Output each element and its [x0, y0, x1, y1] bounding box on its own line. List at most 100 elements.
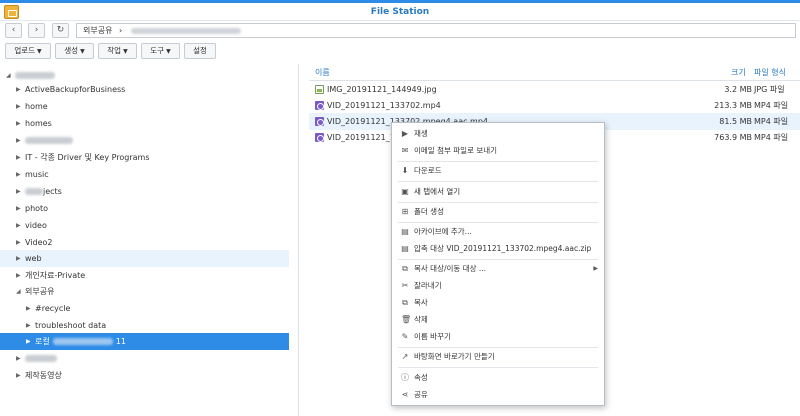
path-redacted-segment — [130, 27, 241, 34]
tree-item-label: homes — [25, 119, 52, 128]
menu-item-label: 복사 대상/이동 대상 ... — [414, 264, 487, 273]
menu-item-label: 압축 대상 VID_20191121_133702.mpeg4.aac.zip — [414, 244, 592, 253]
tree-item-label: #recycle — [35, 304, 71, 313]
menu-separator — [398, 181, 598, 182]
path-root[interactable]: 외부공유 — [83, 26, 112, 35]
file-name: IMG_20191121_144949.jpg — [327, 85, 437, 94]
collapsed-arrow-icon[interactable]: ▶ — [16, 132, 21, 149]
file-list-header: 이름 크기 파일 형식 — [309, 64, 800, 81]
menu-item-play[interactable]: ▶ 재생 — [392, 126, 604, 142]
collapsed-arrow-icon[interactable]: ▶ — [16, 183, 21, 200]
tree-item-label: 제작동영상 — [25, 371, 62, 380]
collapsed-arrow-icon[interactable]: ▶ — [16, 350, 21, 367]
menu-item-label: 공유 — [414, 390, 428, 399]
back-button[interactable]: ‹ — [5, 23, 22, 38]
tree-item-label: ActiveBackupforBusiness — [25, 85, 126, 94]
collapsed-arrow-icon[interactable]: ▶ — [16, 166, 21, 183]
tree-item-redacted-1[interactable]: ▶ — [0, 132, 289, 149]
menu-item-delete[interactable]: 🗑 삭제 — [392, 312, 604, 328]
collapsed-arrow-icon[interactable]: ▶ — [16, 234, 21, 251]
path-bar[interactable]: 외부공유 › — [76, 23, 796, 38]
redacted-server-name — [15, 72, 55, 79]
file-type: JPG 파일 — [754, 85, 785, 94]
menu-item-download[interactable]: ⬇ 다운로드 — [392, 163, 604, 179]
menu-item-rename[interactable]: ✎ 이름 바꾸기 — [392, 329, 604, 345]
tree-item-projects[interactable]: ▶ jects — [0, 183, 289, 200]
tree-item-production-videos[interactable]: ▶ 제작동영상 — [0, 367, 289, 384]
menu-item-properties[interactable]: ⓘ 속성 — [392, 370, 604, 386]
file-size: 763.9 MB — [714, 133, 752, 142]
tree-item-redacted-2[interactable]: ▶ — [0, 350, 289, 367]
collapsed-arrow-icon[interactable]: ▶ — [16, 217, 21, 234]
menu-item-create-folder[interactable]: ⊞ 폴더 생성 — [392, 204, 604, 220]
collapsed-arrow-icon[interactable]: ▶ — [16, 115, 21, 132]
collapsed-arrow-icon[interactable]: ▶ — [26, 333, 31, 350]
column-header-type[interactable]: 파일 형식 — [754, 64, 786, 81]
tree-item-video2[interactable]: ▶ Video2 — [0, 234, 289, 251]
tree-item-label: web — [25, 254, 42, 263]
collapsed-arrow-icon[interactable]: ▶ — [16, 81, 21, 98]
menu-item-add-archive[interactable]: ▤ 아카이브에 추가... — [392, 224, 604, 240]
expanded-arrow-icon[interactable]: ◢ — [16, 283, 21, 300]
collapsed-arrow-icon[interactable]: ▶ — [16, 267, 21, 284]
tools-label: 도구 — [150, 46, 165, 55]
tree-item-home[interactable]: ▶ home — [0, 98, 289, 115]
title-bar: File Station — [0, 0, 800, 21]
create-button[interactable]: 생성 ▼ — [55, 43, 94, 59]
collapsed-arrow-icon[interactable]: ▶ — [16, 98, 21, 115]
forward-button[interactable]: › — [28, 23, 45, 38]
menu-separator — [398, 202, 598, 203]
column-header-size[interactable]: 크기 — [731, 64, 746, 81]
collapsed-arrow-icon[interactable]: ▶ — [16, 149, 21, 166]
redacted-folder-name — [52, 338, 113, 345]
tree-item-external-share[interactable]: ◢ 외부공유 — [0, 283, 289, 300]
file-type: MP4 파일 — [754, 117, 789, 126]
chevron-down-icon: ▼ — [80, 48, 85, 55]
tools-button[interactable]: 도구 ▼ — [141, 43, 180, 59]
collapsed-arrow-icon[interactable]: ▶ — [26, 317, 31, 334]
file-row[interactable]: IMG_20191121_144949.jpg 3.2 MB JPG 파일 — [309, 81, 800, 98]
tree-item-label: music — [25, 170, 49, 179]
menu-item-label: 이름 바꾸기 — [414, 332, 451, 341]
email-icon: ✉ — [401, 146, 409, 155]
tree-item-label: home — [25, 102, 48, 111]
tree-item-video[interactable]: ▶ video — [0, 217, 289, 234]
refresh-button[interactable]: ↻ — [52, 23, 69, 38]
tree-item-recycle[interactable]: ▶ #recycle — [0, 300, 289, 317]
menu-separator — [398, 367, 598, 368]
menu-item-open-new-tab[interactable]: ▣ 새 탭에서 열기 — [392, 184, 604, 200]
tree-item-label-prefix: 로컬 — [35, 337, 50, 346]
menu-item-desktop-shortcut[interactable]: ↗ 바탕화면 바로가기 만들기 — [392, 349, 604, 365]
menu-item-share[interactable]: ⋖ 공유 — [392, 387, 604, 403]
tree-item-label: IT - 각종 Driver 및 Key Programs — [25, 153, 150, 162]
tree-item-web[interactable]: ▶ web — [0, 250, 289, 267]
menu-item-label: 다운로드 — [414, 166, 442, 175]
collapsed-arrow-icon[interactable]: ▶ — [26, 300, 31, 317]
menu-item-email-attachment[interactable]: ✉ 이메일 첨부 파일로 보내기 — [392, 143, 604, 159]
tree-item-music[interactable]: ▶ music — [0, 166, 289, 183]
redacted-folder-prefix — [25, 188, 43, 195]
redacted-folder-name — [25, 355, 57, 362]
menu-item-copy[interactable]: ⧉ 복사 — [392, 295, 604, 311]
menu-item-compress[interactable]: ▤ 압축 대상 VID_20191121_133702.mpeg4.aac.zi… — [392, 241, 604, 257]
file-row[interactable]: VID_20191121_133702.mp4 213.3 MB MP4 파일 — [309, 97, 800, 114]
tree-item-troubleshoot[interactable]: ▶ troubleshoot data — [0, 317, 289, 334]
collapsed-arrow-icon[interactable]: ▶ — [16, 250, 21, 267]
tree-item-photo[interactable]: ▶ photo — [0, 200, 289, 217]
menu-item-label: 이메일 첨부 파일로 보내기 — [414, 146, 498, 155]
tree-item-selected-folder[interactable]: ▶ 로컬 11 — [0, 333, 289, 350]
action-button[interactable]: 작업 ▼ — [98, 43, 137, 59]
tree-item-activebackup[interactable]: ▶ ActiveBackupforBusiness — [0, 81, 289, 98]
file-size: 3.2 MB — [724, 85, 752, 94]
settings-button[interactable]: 설정 — [184, 43, 216, 59]
tree-item-homes[interactable]: ▶ homes — [0, 115, 289, 132]
column-header-name[interactable]: 이름 — [315, 64, 330, 81]
tree-item-it-drivers[interactable]: ▶ IT - 각종 Driver 및 Key Programs — [0, 149, 289, 166]
menu-item-copy-move-to[interactable]: ⧉ 복사 대상/이동 대상 ... ▶ — [392, 261, 604, 277]
collapsed-arrow-icon[interactable]: ▶ — [16, 200, 21, 217]
tree-item-private[interactable]: ▶ 개인자료-Private — [0, 267, 289, 284]
collapsed-arrow-icon[interactable]: ▶ — [16, 367, 21, 384]
video-file-icon — [315, 101, 324, 110]
upload-button[interactable]: 업로드 ▼ — [5, 43, 51, 59]
menu-item-cut[interactable]: ✂ 잘라내기 — [392, 278, 604, 294]
